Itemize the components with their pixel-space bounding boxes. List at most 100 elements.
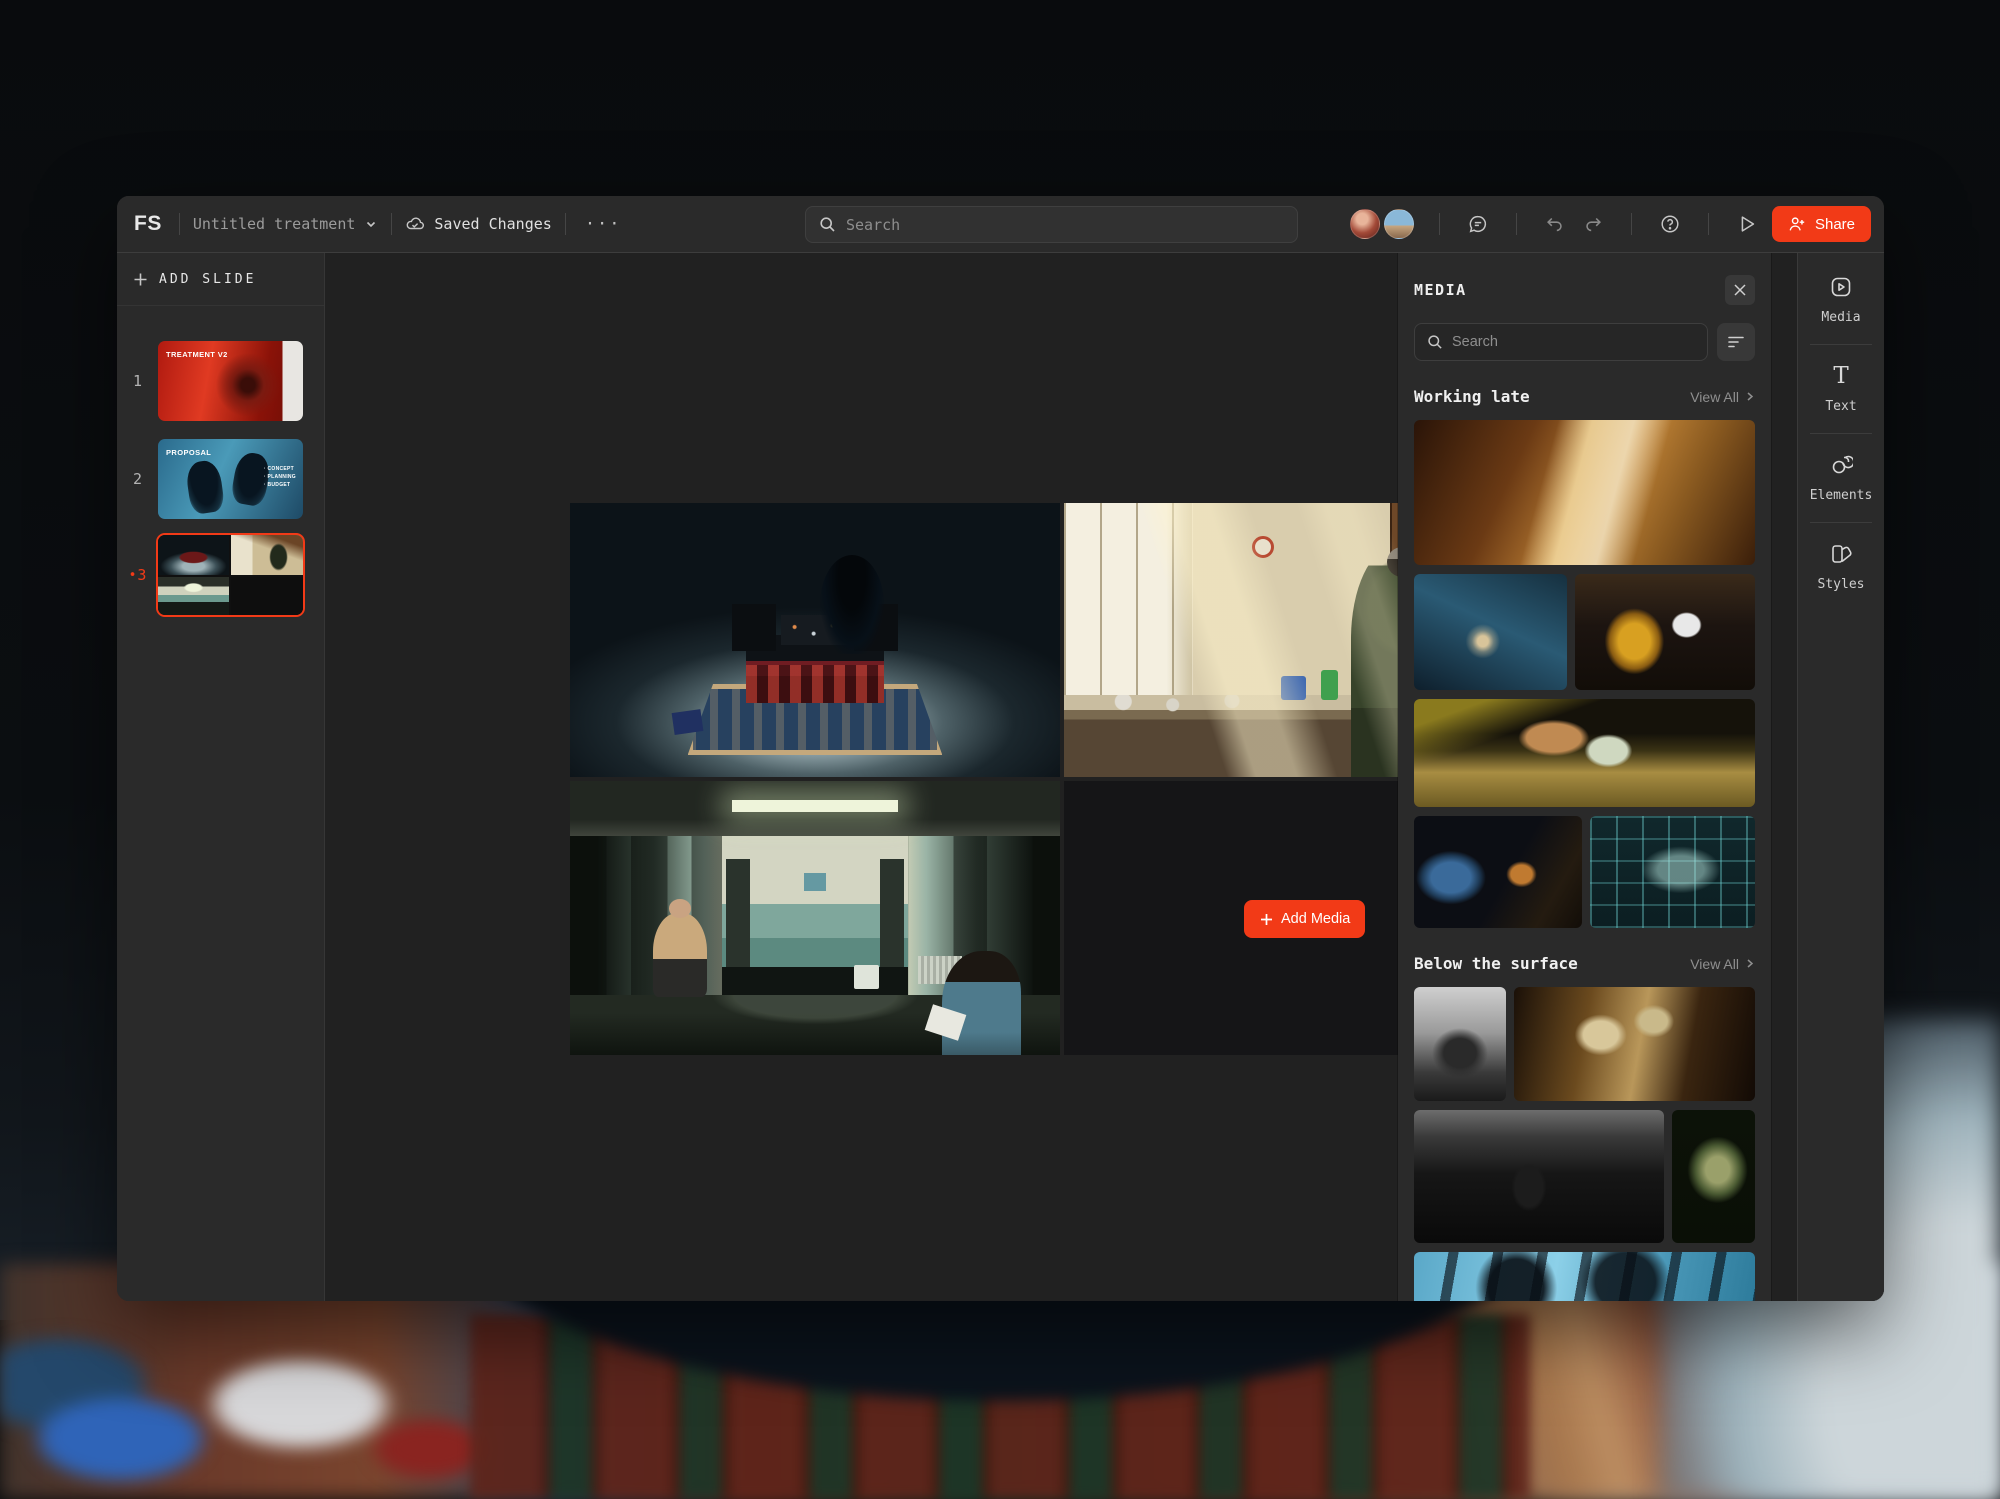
hallway-ceiling xyxy=(570,781,1060,836)
media-search-row xyxy=(1414,323,1755,361)
tool-elements[interactable]: Elements xyxy=(1810,451,1873,505)
search-icon xyxy=(818,216,836,234)
divider xyxy=(1810,344,1872,345)
slide-thumbnail-1[interactable]: TREATMENT V2 xyxy=(158,341,303,421)
hand-silhouette xyxy=(185,459,226,515)
view-all-link[interactable]: View All xyxy=(1690,389,1755,405)
tool-text[interactable]: T Text xyxy=(1825,362,1856,416)
plus-icon xyxy=(132,271,148,287)
top-bar-right-cluster: Share xyxy=(1350,206,1871,242)
chevron-down-icon xyxy=(364,217,378,231)
media-thumb-floating-figure[interactable] xyxy=(1414,1110,1664,1243)
media-thumb-mist-silhouette[interactable] xyxy=(1414,987,1506,1101)
more-options-button[interactable]: ··· xyxy=(579,212,628,236)
comments-button[interactable] xyxy=(1465,211,1491,237)
media-icon xyxy=(1829,275,1853,299)
styles-icon xyxy=(1829,542,1853,566)
slide-thumbnail-3[interactable] xyxy=(156,533,305,617)
top-bar: FS Untitled treatment Saved Changes ··· xyxy=(117,196,1884,253)
media-thumb-glass-building[interactable] xyxy=(1590,816,1755,928)
app-window: FS Untitled treatment Saved Changes ··· xyxy=(117,196,1884,1301)
slide-item-3-selected[interactable]: •3 xyxy=(117,533,324,617)
media-thumb-office-aerial[interactable] xyxy=(1414,574,1567,690)
door xyxy=(880,859,904,967)
avatar[interactable] xyxy=(1384,209,1414,239)
slide-number: 1 xyxy=(117,339,158,423)
tool-styles[interactable]: Styles xyxy=(1818,540,1865,594)
mini-collage-cell xyxy=(231,535,303,575)
save-status-label: Saved Changes xyxy=(434,215,551,233)
mini-collage-cell xyxy=(158,535,229,575)
hallway-end-wall xyxy=(722,836,908,968)
filter-icon xyxy=(1727,334,1745,350)
tool-label: Elements xyxy=(1810,488,1873,503)
slide-thumbnail-2[interactable]: PROPOSAL CONCEPT PLANNING BUDGET xyxy=(158,439,303,519)
speaker xyxy=(732,604,776,651)
slide-2-title: PROPOSAL xyxy=(166,448,211,457)
media-thumb-blue-hands[interactable] xyxy=(1414,1252,1755,1301)
view-all-link[interactable]: View All xyxy=(1690,956,1755,972)
slide-1-title: TREATMENT V2 xyxy=(166,350,228,359)
media-search-bar[interactable] xyxy=(1414,323,1708,361)
share-button[interactable]: Share xyxy=(1772,206,1871,242)
section-header-below-surface: Below the surface View All xyxy=(1414,954,1755,973)
add-media-button[interactable]: Add Media xyxy=(1244,900,1365,938)
box xyxy=(672,709,704,735)
media-thumb-underwater-macro[interactable] xyxy=(1514,987,1755,1101)
close-panel-button[interactable] xyxy=(1725,275,1755,305)
canvas-image-studio-turntable[interactable] xyxy=(570,503,1060,777)
media-thumb-yellow-jacket[interactable] xyxy=(1575,574,1755,690)
app-logo[interactable]: FS xyxy=(130,212,166,236)
slide-item-2[interactable]: 2 PROPOSAL CONCEPT PLANNING BUDGET xyxy=(117,437,324,521)
media-thumb-hand-laptop[interactable] xyxy=(1414,420,1755,565)
document-title-dropdown[interactable]: Untitled treatment xyxy=(193,215,379,233)
elements-icon xyxy=(1829,453,1853,477)
nurse-figure xyxy=(942,951,1020,1055)
filter-button[interactable] xyxy=(1717,323,1755,361)
wall-sign xyxy=(804,873,826,891)
redo-button[interactable] xyxy=(1580,211,1606,237)
seated-man xyxy=(653,913,707,998)
plus-icon xyxy=(1259,912,1273,926)
media-thumb-man-desk[interactable] xyxy=(1414,699,1755,807)
divider xyxy=(1708,213,1709,235)
document-title: Untitled treatment xyxy=(193,215,356,233)
collaborator-avatars xyxy=(1350,209,1414,239)
canvas-image-hospital-hallway[interactable] xyxy=(570,781,1060,1055)
avatar[interactable] xyxy=(1350,209,1380,239)
table-cloth xyxy=(746,665,883,703)
cloud-check-icon xyxy=(405,214,425,234)
media-panel: MEDIA Working late xyxy=(1398,253,1771,1301)
mini-collage-cell xyxy=(158,577,229,615)
tool-media[interactable]: Media xyxy=(1821,273,1860,327)
media-thumb-laptop-in-bed[interactable] xyxy=(1414,816,1582,928)
ceiling-light xyxy=(732,800,899,812)
divider xyxy=(1439,213,1440,235)
slide-2-bullets: CONCEPT PLANNING BUDGET xyxy=(264,465,296,489)
slides-sidebar: ADD SLIDE 1 TREATMENT V2 2 PROPOSAL CONC… xyxy=(117,253,325,1301)
figure-silhouette xyxy=(820,555,884,654)
tools-sidebar: Media T Text Elements Styles xyxy=(1797,253,1884,1301)
media-panel-header: MEDIA xyxy=(1414,275,1755,305)
search-input[interactable] xyxy=(846,216,1285,234)
global-search-bar[interactable] xyxy=(805,206,1298,243)
present-play-button[interactable] xyxy=(1734,211,1760,237)
media-search-input[interactable] xyxy=(1452,334,1696,350)
add-slide-button[interactable]: ADD SLIDE xyxy=(117,253,324,306)
text-icon: T xyxy=(1829,364,1853,388)
slide-item-1[interactable]: 1 TREATMENT V2 xyxy=(117,339,324,423)
section-header-working-late: Working late View All xyxy=(1414,387,1755,406)
media-thumb-underwater-face[interactable] xyxy=(1672,1110,1755,1243)
slide-number: 2 xyxy=(117,437,158,521)
section-title: Working late xyxy=(1414,387,1530,406)
mini-collage-cell xyxy=(231,577,303,615)
undo-button[interactable] xyxy=(1542,211,1568,237)
divider xyxy=(1516,213,1517,235)
slide-number-selected: •3 xyxy=(117,533,158,617)
door xyxy=(726,859,750,967)
tool-label: Text xyxy=(1825,399,1856,414)
divider xyxy=(565,213,566,235)
help-button[interactable] xyxy=(1657,211,1683,237)
save-status: Saved Changes xyxy=(405,214,551,234)
divider xyxy=(1810,522,1872,523)
